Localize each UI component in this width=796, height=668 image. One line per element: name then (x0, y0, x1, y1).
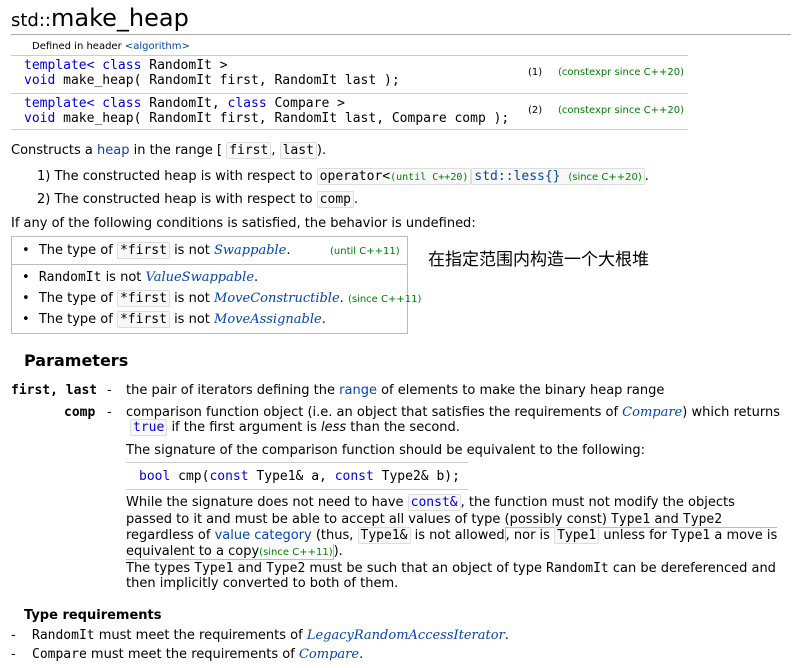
decl-1-note: (constexpr since C++20) (558, 67, 685, 78)
list-item-1: 1) The constructed heap is with respect … (37, 168, 649, 185)
decl-2-note: (constexpr since C++20) (558, 105, 685, 116)
decl-2-line-2: void make_heap( RandomIt first, RandomIt… (24, 111, 510, 126)
signature-intro: The signature of the comparison function… (126, 443, 645, 458)
condition-1: The type of *first is not Swappable. (22, 242, 291, 259)
requirement-compare: Compare must meet the requirements of Co… (32, 647, 364, 662)
decl-divider-top (11, 55, 688, 56)
param-comp-desc-line-1: comparison function object (i.e. an obje… (126, 405, 780, 420)
move-constructible-link[interactable]: MoveConstructible (214, 291, 340, 306)
compare-link-1[interactable]: Compare (622, 405, 682, 420)
type-requirements-heading: Type requirements (24, 608, 162, 623)
decl-2-number: (2) (528, 105, 543, 116)
decl-1-number: (1) (528, 67, 543, 78)
param-first-last-desc: the pair of iterators defining the range… (126, 383, 665, 398)
heap-link[interactable]: heap (97, 143, 129, 158)
signature-note-line-4: equivalent to a copy(since C++11)). (126, 544, 343, 560)
decl-1-line-2: void make_heap( RandomIt first, RandomIt… (24, 73, 400, 88)
condition-3: The type of *first is not MoveConstructi… (22, 290, 421, 307)
parameters-heading: Parameters (24, 351, 129, 370)
legacy-random-access-iterator-link[interactable]: LegacyRandomAccessIterator (307, 628, 505, 643)
list-item-2: 2) The constructed heap is with respect … (37, 191, 359, 208)
std-less-link[interactable]: std::less{} (474, 169, 560, 184)
signature-top-rule (126, 462, 468, 463)
param-dash-2: - (107, 405, 112, 420)
signature-note-line-3: regardless of value category (thus, Type… (126, 527, 778, 544)
value-category-link[interactable]: value category (215, 528, 312, 543)
decl-2-line-1: template< class RandomIt, class Compare … (24, 96, 345, 111)
decl-divider-bottom (11, 129, 688, 130)
undefined-behavior-intro: If any of the following conditions is sa… (11, 216, 476, 231)
types-note-line-1: The types Type1 and Type2 must be such t… (126, 561, 776, 576)
swappable-link[interactable]: Swappable (214, 243, 286, 258)
condition-2: RandomIt is not ValueSwappable. (22, 270, 258, 286)
page-title: std::make_heap (11, 4, 189, 32)
header-link[interactable]: <algorithm> (125, 41, 190, 52)
param-comp-desc-line-2: true if the first argument is less than … (130, 419, 460, 436)
req-dash-1: - (11, 628, 16, 643)
decl-divider-mid (11, 93, 688, 94)
requirement-random-it: RandomIt must meet the requirements of L… (32, 628, 509, 643)
handwritten-annotation: 在指定范围内构造一个大根堆 (428, 250, 649, 270)
decl-1-line-1: template< class RandomIt > (24, 58, 228, 73)
signature-note-line-2: passed to it and must be able to accept … (126, 512, 723, 527)
param-dash-1: - (107, 383, 112, 398)
types-note-line-2: then implicitly converted to both of the… (126, 576, 399, 591)
move-assignable-link[interactable]: MoveAssignable (214, 312, 322, 327)
signature-bottom-rule (126, 489, 468, 490)
req-dash-2: - (11, 647, 16, 662)
compare-link-2[interactable]: Compare (299, 647, 359, 662)
condition-1-note: (until C++11) (330, 246, 400, 257)
range-link[interactable]: range (339, 383, 377, 398)
intro-paragraph: Constructs a heap in the range [ first, … (11, 142, 327, 159)
conditions-divider (12, 264, 407, 265)
param-comp-name: comp (64, 405, 96, 420)
signature-code: bool cmp(const Type1& a, const Type2& b)… (139, 469, 460, 484)
signature-note-line-1: While the signature does not need to hav… (126, 494, 735, 511)
title-divider (11, 34, 791, 35)
defined-in-header: Defined in header <algorithm> (32, 41, 190, 52)
value-swappable-link[interactable]: ValueSwappable (146, 270, 255, 285)
param-first-last-name: first, last (11, 383, 98, 398)
condition-4: The type of *first is not MoveAssignable… (22, 311, 326, 328)
